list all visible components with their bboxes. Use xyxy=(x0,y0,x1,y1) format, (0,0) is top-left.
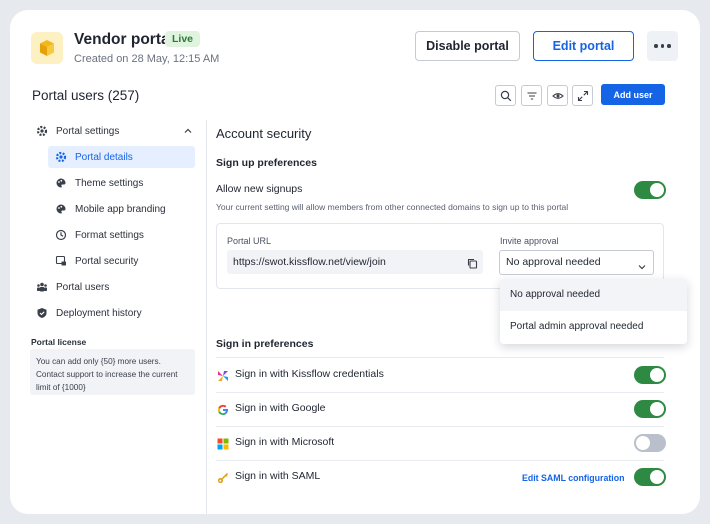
view-button[interactable] xyxy=(547,85,568,106)
chevron-down-icon xyxy=(637,258,647,281)
page-title: Account security xyxy=(216,126,312,141)
sidebar-item-portal-security[interactable]: Portal security xyxy=(54,250,194,272)
portal-users-title: Portal users (257) xyxy=(32,88,140,103)
portal-logo-icon xyxy=(31,32,63,64)
gear-icon xyxy=(54,150,68,164)
kissflow-icon xyxy=(217,369,229,381)
sidebar-item-label: Deployment history xyxy=(56,307,142,319)
sidebar-item-label: Portal users xyxy=(56,281,110,293)
search-button[interactable] xyxy=(495,85,516,106)
edit-saml-configuration-link[interactable]: Edit SAML configuration xyxy=(522,473,624,483)
saml-signin-toggle[interactable] xyxy=(634,468,666,486)
eye-icon xyxy=(551,92,564,99)
signup-heading: Sign up preferences xyxy=(216,157,317,169)
divider xyxy=(216,357,664,358)
chevron-up-icon[interactable] xyxy=(183,126,193,139)
signin-option-label: Sign in with Google xyxy=(235,402,326,414)
filter-button[interactable] xyxy=(521,85,542,106)
sidebar-item-label: Theme settings xyxy=(75,177,144,189)
sidebar-item-deployment-history[interactable]: Deployment history xyxy=(35,302,195,324)
more-dots-icon xyxy=(660,44,665,48)
signin-option-label: Sign in with Kissflow credentials xyxy=(235,368,384,380)
edit-portal-button[interactable]: Edit portal xyxy=(533,31,634,61)
more-dots-icon xyxy=(654,44,658,48)
invite-approval-dropdown: No approval needed Portal admin approval… xyxy=(500,279,687,344)
allow-signups-description: Your current setting will allow members … xyxy=(216,202,569,212)
google-icon xyxy=(217,403,229,415)
google-signin-toggle[interactable] xyxy=(634,400,666,418)
more-dots-icon xyxy=(667,44,671,48)
portal-url-label: Portal URL xyxy=(227,236,272,246)
created-timestamp: Created on 28 May, 12:15 AM xyxy=(74,53,220,65)
copy-icon[interactable] xyxy=(467,256,478,274)
more-options-button[interactable] xyxy=(647,31,678,61)
divider xyxy=(216,392,664,393)
palette-icon xyxy=(54,202,68,216)
sidebar-item-theme-settings[interactable]: Theme settings xyxy=(54,172,194,194)
allow-signups-toggle[interactable] xyxy=(634,181,666,199)
license-title: Portal license xyxy=(31,337,87,347)
sidebar-item-label: Portal settings xyxy=(56,125,120,137)
sidebar-item-portal-users[interactable]: Portal users xyxy=(35,276,195,298)
kissflow-signin-toggle[interactable] xyxy=(634,366,666,384)
signin-option-label: Sign in with Microsoft xyxy=(235,436,335,448)
microsoft-icon xyxy=(217,437,229,450)
expand-button[interactable] xyxy=(572,85,593,106)
sidebar-item-portal-settings[interactable]: Portal settings xyxy=(35,120,195,142)
sidebar-item-format-settings[interactable]: Format settings xyxy=(54,224,194,246)
lock-screen-icon xyxy=(54,254,68,268)
signin-heading: Sign in preferences xyxy=(216,338,314,350)
users-icon xyxy=(35,280,49,294)
sidebar-item-label: Format settings xyxy=(75,229,144,241)
clock-icon xyxy=(54,228,68,242)
allow-signups-label: Allow new signups xyxy=(216,183,303,195)
sidebar-item-label: Portal details xyxy=(75,151,133,163)
license-info: You can add only {50} more users. Contac… xyxy=(30,349,195,395)
sidebar-item-label: Portal security xyxy=(75,255,139,267)
shield-icon xyxy=(35,306,49,320)
divider xyxy=(216,426,664,427)
portal-window: Vendor portal Live Created on 28 May, 12… xyxy=(10,10,700,514)
divider xyxy=(216,460,664,461)
expand-icon xyxy=(577,90,588,101)
invite-approval-label: Invite approval xyxy=(500,236,559,246)
portal-url-field[interactable]: https://swot.kissflow.net/view/join xyxy=(227,250,483,274)
dropdown-option-admin-approval[interactable]: Portal admin approval needed xyxy=(500,311,687,343)
gear-icon xyxy=(35,124,49,138)
status-badge: Live xyxy=(165,31,201,47)
add-user-button[interactable]: Add user xyxy=(601,84,665,105)
palette-icon xyxy=(54,176,68,190)
sidebar-item-portal-details[interactable]: Portal details xyxy=(48,146,195,168)
sidebar-item-mobile-app-branding[interactable]: Mobile app branding xyxy=(54,198,194,220)
search-icon xyxy=(500,90,511,101)
invite-approval-select[interactable]: No approval needed xyxy=(499,250,654,275)
microsoft-signin-toggle[interactable] xyxy=(634,434,666,452)
key-icon xyxy=(217,471,229,484)
disable-portal-button[interactable]: Disable portal xyxy=(415,31,520,61)
dropdown-option-no-approval[interactable]: No approval needed xyxy=(500,279,687,311)
invite-approval-value: No approval needed xyxy=(506,256,601,268)
portal-title: Vendor portal xyxy=(74,31,174,48)
filter-icon xyxy=(527,91,536,100)
vertical-divider xyxy=(206,120,207,514)
signin-option-label: Sign in with SAML xyxy=(235,470,321,482)
sidebar-item-label: Mobile app branding xyxy=(75,203,166,215)
